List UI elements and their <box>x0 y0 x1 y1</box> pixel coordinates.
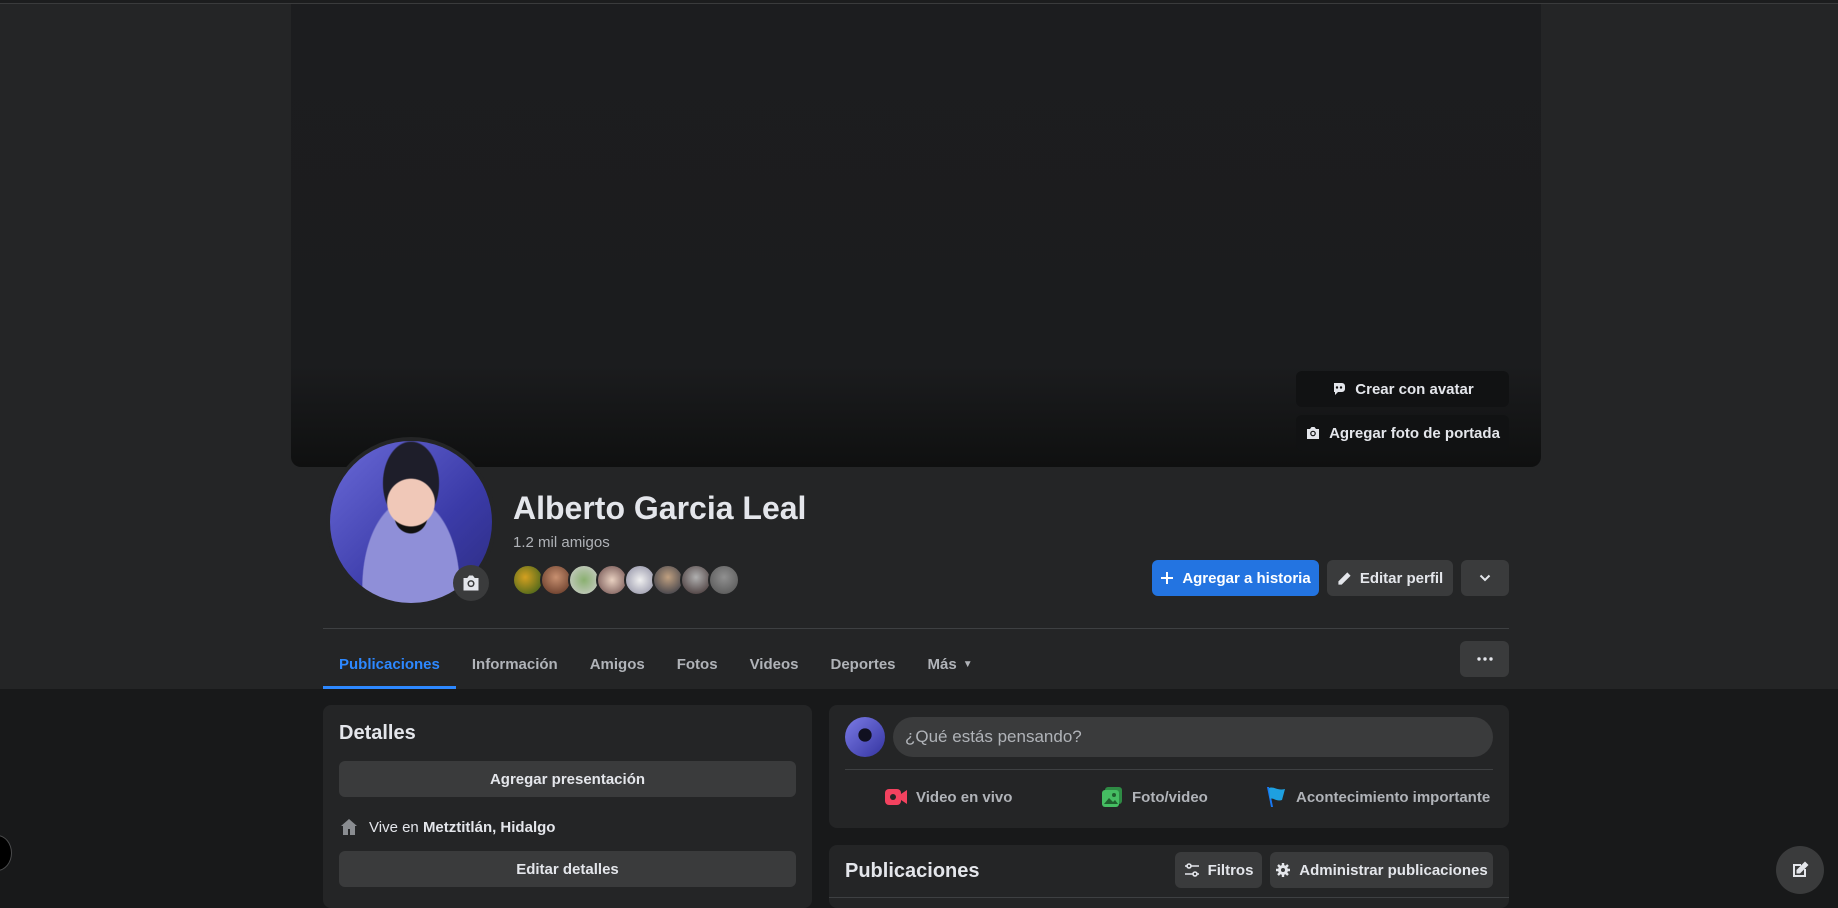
home-icon <box>339 817 359 837</box>
tab-label: Información <box>471 656 558 673</box>
tab-videos[interactable]: Videos <box>734 640 815 689</box>
profile-divider <box>323 628 1509 629</box>
new-message-button[interactable] <box>1776 846 1824 894</box>
life-event-button[interactable]: Acontecimiento importante <box>1264 777 1490 817</box>
compose-icon <box>1790 860 1810 880</box>
add-cover-photo-label: Agregar foto de portada <box>1329 424 1500 442</box>
tab-label: Publicaciones <box>339 656 440 673</box>
photo-icon <box>1100 785 1124 809</box>
ellipsis-icon <box>1476 657 1493 661</box>
filters-button[interactable]: Filtros <box>1175 852 1262 888</box>
posts-title: Publicaciones <box>845 860 980 882</box>
friend-avatar[interactable] <box>708 564 740 596</box>
create-with-avatar-button[interactable]: Crear con avatar <box>1296 371 1509 407</box>
profile-name: Alberto Garcia Leal <box>513 490 807 526</box>
tab-label: Deportes <box>830 656 896 673</box>
posts-header-card: Publicaciones Filtros Administrar public… <box>829 845 1509 908</box>
life-event-label: Acontecimiento importante <box>1296 788 1491 806</box>
composer-divider <box>845 769 1493 770</box>
manage-posts-label: Administrar publicaciones <box>1299 861 1488 879</box>
posts-divider <box>829 897 1509 898</box>
composer-avatar[interactable] <box>845 717 885 757</box>
tab-deportes[interactable]: Deportes <box>814 640 911 689</box>
profile-options-dropdown[interactable] <box>1461 560 1509 596</box>
whats-on-your-mind-input[interactable]: ¿Qué estás pensando? <box>893 717 1493 757</box>
filters-label: Filtros <box>1207 861 1254 879</box>
tab-informacion[interactable]: Información <box>456 640 574 689</box>
edit-profile-button[interactable]: Editar perfil <box>1327 560 1453 596</box>
add-intro-label: Agregar presentación <box>489 770 646 788</box>
pencil-icon <box>1337 571 1352 586</box>
add-cover-photo-button[interactable]: Agregar foto de portada <box>1296 415 1509 451</box>
live-video-button[interactable]: Video en vivo <box>884 777 1012 817</box>
photo-video-label: Foto/video <box>1132 788 1208 806</box>
tab-label: Más <box>927 656 957 673</box>
tab-label: Amigos <box>589 656 645 673</box>
profile-tabs: Publicaciones Información Amigos Fotos V… <box>323 640 989 689</box>
photo-video-button[interactable]: Foto/video <box>1100 777 1208 817</box>
caret-down-icon: ▼ <box>962 659 973 670</box>
edit-details-label: Editar detalles <box>516 860 619 878</box>
edit-details-button[interactable]: Editar detalles <box>339 851 796 887</box>
plus-icon <box>1160 571 1174 585</box>
manage-posts-button[interactable]: Administrar publicaciones <box>1270 852 1493 888</box>
chevron-down-icon <box>1478 571 1492 585</box>
gear-icon <box>1275 862 1291 878</box>
live-video-icon <box>884 786 908 808</box>
camera-icon <box>1305 425 1321 441</box>
filters-icon <box>1184 862 1200 878</box>
details-card: Detalles Agregar presentación Vive en Me… <box>323 705 812 908</box>
lives-in-place[interactable]: Metztitlán, Hidalgo <box>423 819 556 836</box>
friend-avatars <box>512 564 740 596</box>
tab-amigos[interactable]: Amigos <box>574 640 661 689</box>
live-video-label: Video en vivo <box>916 788 1013 806</box>
camera-icon <box>461 573 481 593</box>
lives-in-prefix: Vive en <box>369 818 419 836</box>
left-edge-chip[interactable] <box>0 835 12 871</box>
edit-profile-label: Editar perfil <box>1359 569 1444 587</box>
lives-in-text: Vive en Metztitlán, Hidalgo <box>369 819 555 836</box>
friends-count[interactable]: 1.2 mil amigos <box>513 534 610 551</box>
tab-fotos[interactable]: Fotos <box>661 640 734 689</box>
details-title: Detalles <box>339 722 416 744</box>
update-profile-picture-button[interactable] <box>453 565 489 601</box>
lives-in-row: Vive en Metztitlán, Hidalgo <box>339 817 555 837</box>
add-intro-button[interactable]: Agregar presentación <box>339 761 796 797</box>
tab-label: Fotos <box>676 656 718 673</box>
avatar-icon <box>1331 381 1347 397</box>
create-with-avatar-label: Crear con avatar <box>1355 380 1474 398</box>
tab-label: Videos <box>749 656 799 673</box>
add-to-story-button[interactable]: Agregar a historia <box>1152 560 1319 596</box>
tab-publicaciones[interactable]: Publicaciones <box>323 640 456 689</box>
flag-icon <box>1264 785 1288 809</box>
composer-placeholder: ¿Qué estás pensando? <box>905 727 1082 746</box>
add-to-story-label: Agregar a historia <box>1182 569 1311 587</box>
post-composer: ¿Qué estás pensando? Video en vivo Foto/… <box>829 705 1509 828</box>
tab-mas[interactable]: Más ▼ <box>912 640 989 689</box>
profile-more-options-button[interactable] <box>1460 641 1509 677</box>
